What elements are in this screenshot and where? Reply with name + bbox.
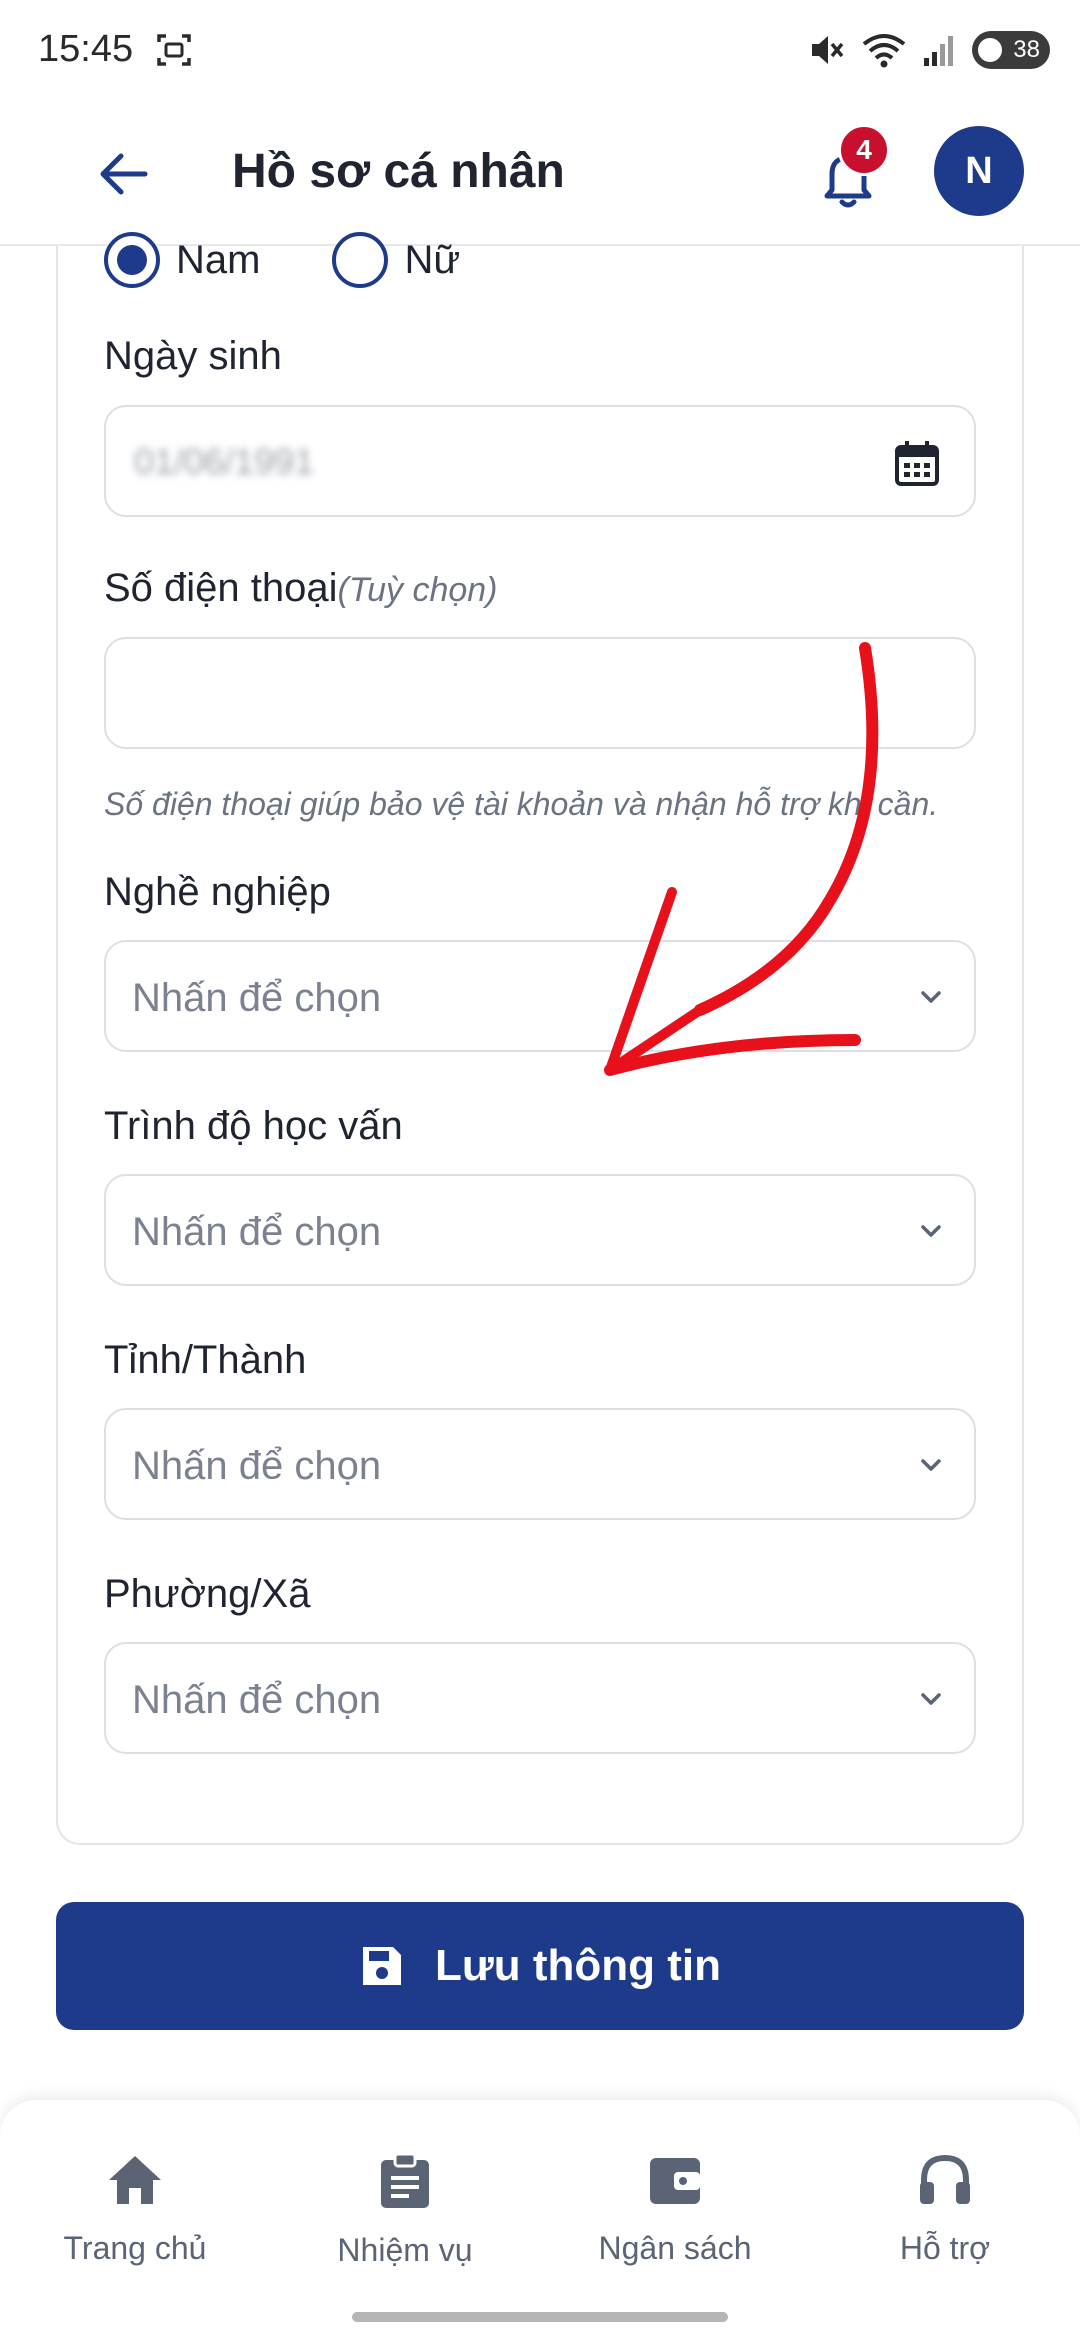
status-icons: 38 xyxy=(806,30,1050,70)
chevron-down-icon xyxy=(921,1693,941,1705)
save-button[interactable]: Lưu thông tin xyxy=(56,1902,1024,2030)
gender-radio-group: Nam Nữ xyxy=(104,232,460,288)
mute-icon xyxy=(812,36,844,64)
home-indicator[interactable] xyxy=(352,2312,728,2322)
chevron-down-icon xyxy=(921,991,941,1003)
nav-item-support[interactable]: Hỗ trợ xyxy=(835,2152,1055,2267)
occupation-placeholder: Nhấn để chọn xyxy=(132,976,382,1020)
back-button[interactable] xyxy=(92,142,156,206)
birthdate-value: 01/06/1991 xyxy=(134,441,315,482)
education-select[interactable]: Nhấn để chọn xyxy=(104,1174,976,1286)
clipboard-icon xyxy=(381,2152,429,2208)
wallet-icon xyxy=(650,2158,700,2204)
calendar-icon[interactable] xyxy=(894,439,940,487)
phone-input[interactable] xyxy=(104,637,976,749)
occupation-select[interactable]: Nhấn để chọn xyxy=(104,940,976,1052)
headset-icon xyxy=(920,2154,970,2204)
status-bar: 15:45 38 xyxy=(0,0,1080,100)
birthdate-field[interactable]: 01/06/1991 xyxy=(104,405,976,517)
phone-optional-text: (Tuỳ chọn) xyxy=(337,571,498,609)
gender-label-male: Nam xyxy=(176,237,261,282)
arrow-left-icon xyxy=(100,153,148,195)
nav-item-tasks[interactable]: Nhiệm vụ xyxy=(295,2152,515,2269)
save-icon xyxy=(363,1947,401,1985)
battery-saver-icon xyxy=(978,38,1002,62)
nav-label-home: Trang chủ xyxy=(63,2230,207,2266)
nav-item-home[interactable]: Trang chủ xyxy=(25,2152,245,2267)
status-time: 15:45 xyxy=(38,28,134,70)
province-placeholder: Nhấn để chọn xyxy=(132,1444,382,1488)
screenshot-icon xyxy=(157,34,191,66)
save-button-label: Lưu thông tin xyxy=(435,1941,721,1990)
education-label: Trình độ học vấn xyxy=(104,1104,403,1148)
province-label: Tỉnh/Thành xyxy=(104,1338,307,1382)
nav-label-tasks: Nhiệm vụ xyxy=(337,2232,473,2268)
notification-badge: 4 xyxy=(838,124,890,176)
phone-label: Số điện thoại(Tuỳ chọn) xyxy=(104,566,498,611)
battery-level: 38 xyxy=(1013,36,1040,63)
chevron-down-icon xyxy=(921,1225,941,1237)
battery-indicator: 38 xyxy=(972,31,1050,69)
gender-option-male[interactable]: Nam xyxy=(104,232,260,288)
phone-label-text: Số điện thoại xyxy=(104,566,338,610)
bottom-nav: Trang chủ Nhiệm vụ Ngân sách Hỗ trợ xyxy=(0,2100,1080,2340)
radio-selected[interactable] xyxy=(104,232,160,288)
home-icon xyxy=(109,2156,161,2204)
nav-item-budget[interactable]: Ngân sách xyxy=(565,2152,785,2267)
phone-helper-text: Số điện thoại giúp bảo vệ tài khoản và n… xyxy=(104,786,939,822)
radio-unselected[interactable] xyxy=(332,232,389,288)
avatar[interactable]: N xyxy=(934,126,1024,216)
app-header: Hồ sơ cá nhân xyxy=(0,100,1080,246)
gender-label-female: Nữ xyxy=(404,237,461,282)
birthdate-label: Ngày sinh xyxy=(104,334,282,378)
province-select[interactable]: Nhấn để chọn xyxy=(104,1408,976,1520)
wifi-icon xyxy=(862,34,906,68)
ward-select[interactable]: Nhấn để chọn xyxy=(104,1642,976,1754)
chevron-down-icon xyxy=(921,1459,941,1471)
ward-placeholder: Nhấn để chọn xyxy=(132,1678,382,1722)
nav-label-budget: Ngân sách xyxy=(598,2230,752,2266)
signal-icon xyxy=(924,36,953,66)
education-placeholder: Nhấn để chọn xyxy=(132,1210,382,1254)
page-title: Hồ sơ cá nhân xyxy=(232,145,565,198)
occupation-label: Nghề nghiệp xyxy=(104,870,331,914)
ward-label: Phường/Xã xyxy=(104,1572,311,1616)
gender-option-female[interactable]: Nữ xyxy=(332,232,460,288)
nav-label-support: Hỗ trợ xyxy=(899,2230,991,2266)
